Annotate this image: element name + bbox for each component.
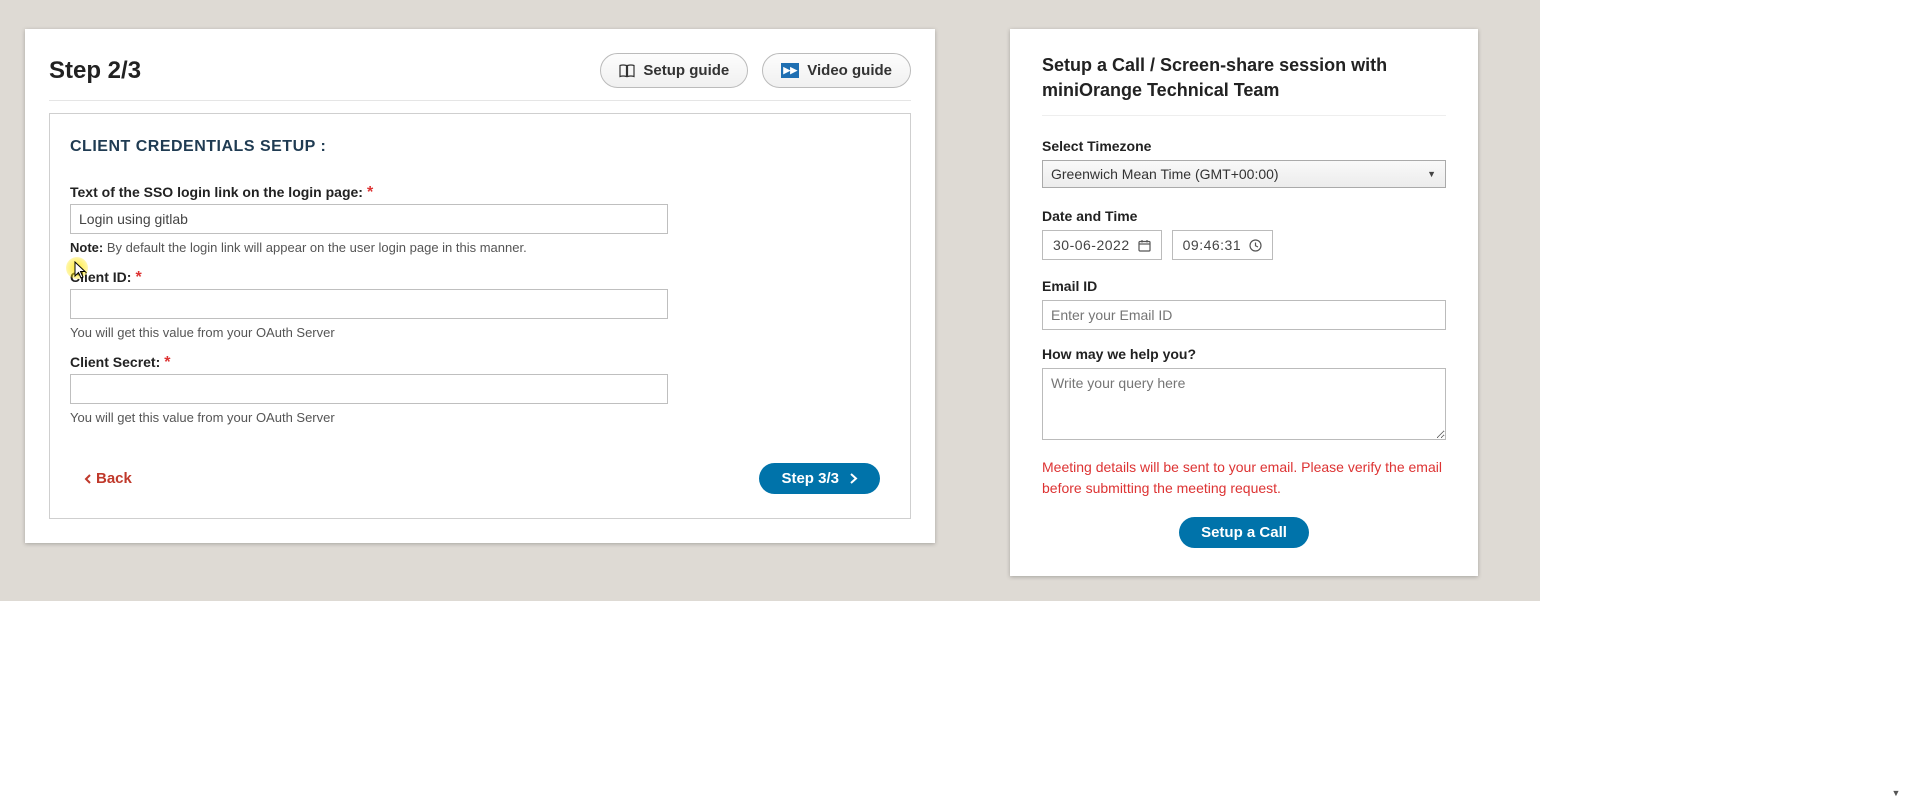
query-label: How may we help you?	[1042, 346, 1446, 362]
time-value: 09:46:31	[1183, 237, 1242, 253]
video-guide-button[interactable]: ▶▶ Video guide	[762, 53, 911, 88]
setup-guide-label: Setup guide	[643, 62, 729, 79]
next-step-button[interactable]: Step 3/3	[759, 463, 880, 494]
datetime-label: Date and Time	[1042, 208, 1446, 224]
email-label: Email ID	[1042, 278, 1446, 294]
date-input[interactable]: 30-06-2022	[1042, 230, 1162, 260]
scrollbar-down-icon[interactable]: ▼	[1889, 786, 1903, 800]
meeting-warning: Meeting details will be sent to your ema…	[1042, 457, 1446, 499]
client-id-help: You will get this value from your OAuth …	[70, 325, 890, 340]
timezone-select[interactable]: Greenwich Mean Time (GMT+00:00)	[1042, 160, 1446, 188]
datetime-row: 30-06-2022 09:46:31	[1042, 230, 1446, 260]
next-label: Step 3/3	[781, 470, 839, 487]
sso-text-note: Note: By default the login link will app…	[70, 240, 890, 255]
content-area: Step 2/3 Setup guide ▶▶ Video gu	[0, 0, 1540, 601]
back-button[interactable]: Back	[84, 470, 132, 487]
back-label: Back	[96, 470, 132, 487]
field-sso-text: Text of the SSO login link on the login …	[70, 184, 890, 255]
client-secret-label: Client Secret:	[70, 354, 160, 370]
date-value: 30-06-2022	[1053, 237, 1130, 253]
clock-icon	[1249, 239, 1262, 252]
note-prefix: Note:	[70, 240, 103, 255]
field-client-secret: Client Secret:* You will get this value …	[70, 354, 890, 425]
required-mark: *	[164, 354, 170, 371]
setup-call-title: Setup a Call / Screen-share session with…	[1042, 53, 1446, 116]
client-id-input[interactable]	[70, 289, 668, 319]
step-header: Step 2/3 Setup guide ▶▶ Video gu	[49, 53, 911, 101]
guide-buttons: Setup guide ▶▶ Video guide	[600, 53, 911, 88]
setup-call-card: Setup a Call / Screen-share session with…	[1010, 29, 1478, 576]
sso-text-input[interactable]	[70, 204, 668, 234]
timezone-label: Select Timezone	[1042, 138, 1446, 154]
video-guide-label: Video guide	[807, 62, 892, 79]
setup-call-button[interactable]: Setup a Call	[1179, 517, 1309, 548]
required-mark: *	[135, 269, 141, 286]
chevron-left-icon	[84, 474, 92, 484]
note-body: By default the login link will appear on…	[103, 240, 526, 255]
email-input[interactable]	[1042, 300, 1446, 330]
step-card: Step 2/3 Setup guide ▶▶ Video gu	[25, 29, 935, 543]
client-secret-input[interactable]	[70, 374, 668, 404]
sso-text-label: Text of the SSO login link on the login …	[70, 184, 363, 200]
timezone-select-wrap: Greenwich Mean Time (GMT+00:00)	[1042, 160, 1446, 188]
book-icon	[619, 64, 635, 78]
chevron-right-icon	[849, 473, 858, 484]
required-mark: *	[367, 184, 373, 201]
credentials-section-title: CLIENT CREDENTIALS SETUP :	[70, 138, 890, 156]
field-client-id: Client ID:* You will get this value from…	[70, 269, 890, 340]
setup-guide-button[interactable]: Setup guide	[600, 53, 748, 88]
client-secret-help: You will get this value from your OAuth …	[70, 410, 890, 425]
query-textarea[interactable]	[1042, 368, 1446, 440]
step-actions: Back Step 3/3	[70, 463, 890, 494]
client-id-label: Client ID:	[70, 269, 131, 285]
play-icon: ▶▶	[781, 63, 799, 78]
calendar-icon	[1138, 239, 1151, 252]
step-title: Step 2/3	[49, 57, 141, 85]
credentials-box: CLIENT CREDENTIALS SETUP : Text of the S…	[49, 113, 911, 519]
time-input[interactable]: 09:46:31	[1172, 230, 1274, 260]
